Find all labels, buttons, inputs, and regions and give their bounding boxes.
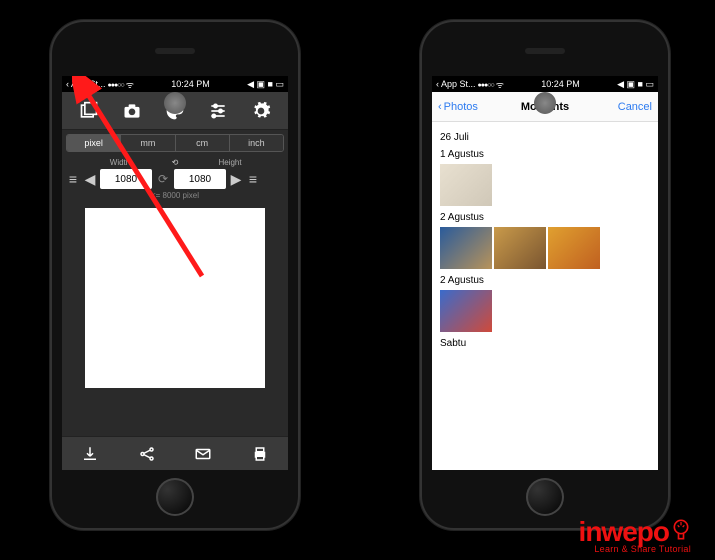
phone-right: ‹ App St... ᯤ 10:24 PM ◀ ▣ ■ ▭ ‹ Photos … xyxy=(420,20,670,530)
width-input[interactable] xyxy=(100,169,152,189)
thumb-row xyxy=(440,227,650,269)
camera-icon[interactable] xyxy=(111,101,154,121)
bottom-toolbar xyxy=(62,436,288,470)
photos-app: ‹ Photos Moments Cancel 26 Juli 1 Agustu… xyxy=(432,92,658,470)
mail-icon[interactable] xyxy=(175,437,232,470)
photo-thumb[interactable] xyxy=(440,227,492,269)
unit-segmented[interactable]: pixel mm cm inch xyxy=(66,134,284,152)
screen-editor: ‹ App St... ᯤ 10:24 PM ◀ ▣ ■ ▭ xyxy=(62,76,288,470)
unit-mm[interactable]: mm xyxy=(121,135,175,151)
menu-right-icon[interactable]: ≡ xyxy=(246,171,260,187)
home-button[interactable] xyxy=(156,478,194,516)
screen-photos: ‹ App St... ᯤ 10:24 PM ◀ ▣ ■ ▭ ‹ Photos … xyxy=(432,76,658,470)
sliders-icon[interactable] xyxy=(196,101,239,121)
status-time: 10:24 PM xyxy=(541,79,580,89)
phone-speaker xyxy=(525,48,565,54)
editor-app: pixel mm cm inch Width ⟲ Height ≡ ◀ ⟳ ▶ … xyxy=(62,92,288,470)
signal-dots xyxy=(478,79,494,89)
status-bar: ‹ App St... ᯤ 10:24 PM ◀ ▣ ■ ▭ xyxy=(432,76,658,92)
section-label: 2 Agustus xyxy=(440,275,650,286)
cancel-button[interactable]: Cancel xyxy=(618,101,652,113)
dimension-inputs: ≡ ◀ ⟳ ▶ ≡ xyxy=(62,169,288,189)
back-to-app[interactable]: ‹ App St... xyxy=(436,79,476,89)
section-label: Sabtu xyxy=(440,338,650,349)
assistive-touch[interactable] xyxy=(164,92,186,114)
photo-thumb[interactable] xyxy=(440,164,492,206)
canvas[interactable] xyxy=(85,208,265,388)
status-bar: ‹ App St... ᯤ 10:24 PM ◀ ▣ ■ ▭ xyxy=(62,76,288,92)
brand-logo: inwepo Learn & Share Tutorial xyxy=(579,516,691,554)
gear-icon[interactable] xyxy=(239,101,282,121)
size-hint: <= 8000 pixel xyxy=(62,189,288,202)
moments-list[interactable]: 26 Juli 1 Agustus 2 Agustus 2 Agustus Sa… xyxy=(432,122,658,470)
section-label: 1 Agustus xyxy=(440,149,650,160)
arrow-left-icon[interactable]: ◀ xyxy=(83,171,97,188)
home-button[interactable] xyxy=(526,478,564,516)
status-indicators: ◀ ▣ ■ ▭ xyxy=(247,79,284,90)
link-icon[interactable]: ⟳ xyxy=(155,172,171,186)
download-icon[interactable] xyxy=(62,437,119,470)
share-icon[interactable] xyxy=(119,437,176,470)
menu-left-icon[interactable]: ≡ xyxy=(66,171,80,187)
unit-inch[interactable]: inch xyxy=(230,135,283,151)
canvas-area xyxy=(62,202,288,436)
arrow-right-icon[interactable]: ▶ xyxy=(229,171,243,188)
photo-thumb[interactable] xyxy=(494,227,546,269)
wifi-icon: ᯤ xyxy=(126,78,134,91)
photo-thumb[interactable] xyxy=(440,290,492,332)
photo-thumb[interactable] xyxy=(548,227,600,269)
phone-left: ‹ App St... ᯤ 10:24 PM ◀ ▣ ■ ▭ xyxy=(50,20,300,530)
section-label: 26 Juli xyxy=(440,132,650,143)
wifi-icon: ᯤ xyxy=(496,78,504,91)
assistive-touch[interactable] xyxy=(534,92,556,114)
status-indicators: ◀ ▣ ■ ▭ xyxy=(617,79,654,90)
dimension-labels: Width ⟲ Height xyxy=(62,156,288,169)
print-icon[interactable] xyxy=(232,437,289,470)
height-label: Height xyxy=(192,158,268,167)
back-to-app[interactable]: ‹ App St... xyxy=(66,79,106,89)
back-button[interactable]: ‹ Photos xyxy=(438,101,478,113)
status-time: 10:24 PM xyxy=(171,79,210,89)
unit-cm[interactable]: cm xyxy=(176,135,230,151)
phone-speaker xyxy=(155,48,195,54)
height-input[interactable] xyxy=(174,169,226,189)
gallery-icon[interactable] xyxy=(68,101,111,121)
bulb-icon xyxy=(671,518,691,546)
back-label: Photos xyxy=(444,101,478,113)
unit-pixel[interactable]: pixel xyxy=(67,135,121,151)
thumb-row xyxy=(440,290,650,332)
chevron-left-icon: ‹ xyxy=(438,101,442,113)
section-label: 2 Agustus xyxy=(440,212,650,223)
signal-dots xyxy=(108,79,124,89)
width-label: Width xyxy=(82,158,158,167)
brand-tagline: Learn & Share Tutorial xyxy=(579,544,691,554)
thumb-row xyxy=(440,164,650,206)
